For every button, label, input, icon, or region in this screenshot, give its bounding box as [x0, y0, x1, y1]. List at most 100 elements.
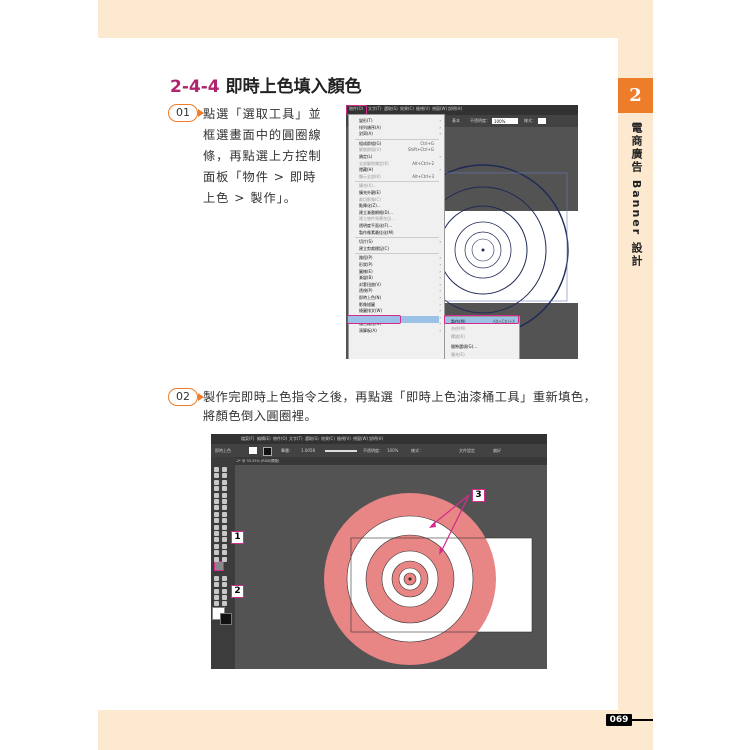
opacity-value[interactable]: 100% [387, 448, 398, 453]
menu-item[interactable]: 繞圖排文(W) [359, 308, 382, 314]
stroke-color-swatch[interactable] [220, 613, 232, 625]
submenu-item[interactable]: 釋放(R) [451, 334, 465, 340]
menu-item[interactable]: 排列順序(A) [359, 125, 381, 131]
menu-item[interactable]: 裁切影像(C) [359, 197, 381, 203]
tool-icon[interactable] [214, 499, 219, 504]
menubar-2-item[interactable]: 效果(C) [321, 436, 335, 442]
menu-item[interactable]: 全部解除鎖定(K) [359, 161, 389, 167]
menu-item[interactable]: 擴充外觀(E) [359, 190, 381, 196]
menubar-2-item[interactable]: 物件(O) [273, 436, 287, 442]
tool-icon[interactable] [214, 543, 219, 549]
menubar-2-item[interactable]: 編輯(E) [257, 436, 271, 442]
tool-icon[interactable] [214, 492, 219, 498]
tool-icon[interactable] [222, 524, 227, 530]
tool-icon[interactable] [214, 479, 219, 485]
menubar-2-item[interactable]: 檔案(F) [241, 436, 254, 442]
document-tab[interactable]: 未命名-2* @ 33.33% (RGB/預覽) [221, 457, 547, 465]
menu-item[interactable]: 解散群組(U) [359, 147, 381, 153]
tool-icon[interactable] [214, 601, 219, 607]
menubar-1-item[interactable]: 選取(S) [384, 106, 398, 112]
menu-item[interactable]: 點陣化(Z)... [359, 203, 381, 209]
tool-icon[interactable] [214, 575, 219, 581]
menu-item[interactable]: 封套扭曲(V) [359, 282, 381, 288]
stroke-swatch-ctrl[interactable] [263, 447, 272, 456]
preferences-button[interactable]: 偏好 [493, 448, 501, 454]
fill-swatch-ctrl[interactable] [249, 447, 257, 454]
menu-item[interactable]: 漸變(B) [359, 275, 373, 281]
menubar-1-item[interactable]: 效果(C) [400, 106, 414, 112]
menu-item[interactable]: 變形(T) [359, 118, 373, 124]
tool-icon[interactable] [214, 537, 219, 543]
tool-icon[interactable] [214, 505, 219, 511]
tool-icon[interactable] [214, 556, 219, 562]
stroke-profile[interactable] [325, 450, 357, 452]
live-paint-bucket-icon[interactable] [214, 561, 224, 571]
menu-item[interactable]: 製作像素最佳化(M) [359, 230, 394, 236]
menubar-2-item[interactable]: 視窗(W) [353, 436, 368, 442]
menubar-1-item[interactable]: 文字(T) [368, 106, 382, 112]
tool-icon[interactable] [214, 511, 219, 517]
tool-icon[interactable] [214, 595, 219, 600]
tool-icon[interactable] [222, 467, 227, 472]
menu-item[interactable]: 即時上色(N) [359, 295, 381, 301]
tool-icon[interactable] [222, 543, 227, 549]
menubar-1-item[interactable]: 說明(H) [448, 106, 462, 112]
menu-item[interactable]: 對齊(A) [359, 131, 373, 137]
menubar-2-item[interactable]: 檢視(V) [337, 436, 351, 442]
tool-icon[interactable] [222, 518, 227, 524]
submenu-item[interactable]: 合併(M) [451, 326, 466, 332]
tool-icon[interactable] [222, 537, 227, 543]
tool-icon[interactable] [222, 531, 227, 536]
tool-icon[interactable] [222, 601, 227, 607]
tool-icon[interactable] [222, 479, 227, 485]
tool-icon[interactable] [214, 473, 219, 479]
menu-item[interactable]: 隱藏(H) [359, 167, 373, 173]
tool-icon[interactable] [222, 575, 227, 581]
menubar-1-item[interactable]: 視窗(W) [432, 106, 447, 112]
menu-item[interactable]: 建立漸層網格(D)... [359, 210, 393, 216]
menu-item[interactable]: 建立剪裁標記(C) [359, 246, 389, 252]
menu-item[interactable]: 顯示全部(K) [359, 174, 381, 180]
menu-item[interactable]: 形狀(P) [359, 262, 373, 268]
menu-item[interactable]: 切片(S) [359, 239, 373, 245]
tool-icon[interactable] [214, 582, 219, 588]
menubar-2-item[interactable]: 文字(T) [289, 436, 303, 442]
tool-icon[interactable] [222, 550, 227, 556]
tool-icon[interactable] [222, 588, 227, 594]
tool-icon[interactable] [214, 550, 219, 556]
tool-icon[interactable] [222, 556, 227, 562]
tool-icon[interactable] [214, 486, 219, 492]
tool-icon[interactable] [214, 518, 219, 524]
menu-item[interactable]: 鎖定(L) [359, 154, 372, 160]
menu-item[interactable]: 路徑(P) [359, 255, 373, 261]
menu-item[interactable]: 擴充(X)... [359, 183, 377, 189]
submenu-item[interactable]: 擴充(E) [451, 352, 465, 358]
menu-item[interactable]: 組成群組(G) [359, 141, 381, 147]
tool-icon[interactable] [214, 467, 219, 472]
menu-item[interactable]: 透視(P) [359, 288, 373, 294]
tool-icon[interactable] [214, 588, 219, 594]
document-setup-button[interactable]: 文件設定 [459, 448, 475, 454]
tool-icon[interactable] [222, 486, 227, 492]
menu-item[interactable]: 建立物件馬賽克(J)... [359, 216, 395, 222]
tool-icon[interactable] [214, 524, 219, 530]
tool-icon[interactable] [222, 505, 227, 511]
tool-icon[interactable] [222, 582, 227, 588]
menu-item[interactable]: 影像描圖 [359, 302, 375, 308]
menu-item[interactable]: 演算板(A) [359, 328, 377, 334]
tool-icon[interactable] [214, 531, 219, 536]
menubar-2-item[interactable]: 說明(H) [369, 436, 383, 442]
menubar-2-item[interactable]: 選取(S) [305, 436, 319, 442]
submenu-item[interactable]: 間隙選項(G)... [451, 344, 477, 350]
menu-item[interactable]: 圖樣(E) [359, 269, 373, 275]
style-swatch[interactable] [538, 118, 546, 124]
opacity-input[interactable]: 100% [492, 118, 518, 124]
tool-icon[interactable] [222, 473, 227, 479]
stroke-value[interactable]: 1.0058 [301, 448, 315, 453]
tool-icon[interactable] [222, 511, 227, 517]
tool-icon[interactable] [222, 499, 227, 504]
menu-item[interactable]: 透明度平面化(F)... [359, 223, 392, 229]
tool-icon[interactable] [222, 595, 227, 600]
tool-icon[interactable] [222, 492, 227, 498]
menubar-1-item[interactable]: 檢視(V) [416, 106, 430, 112]
